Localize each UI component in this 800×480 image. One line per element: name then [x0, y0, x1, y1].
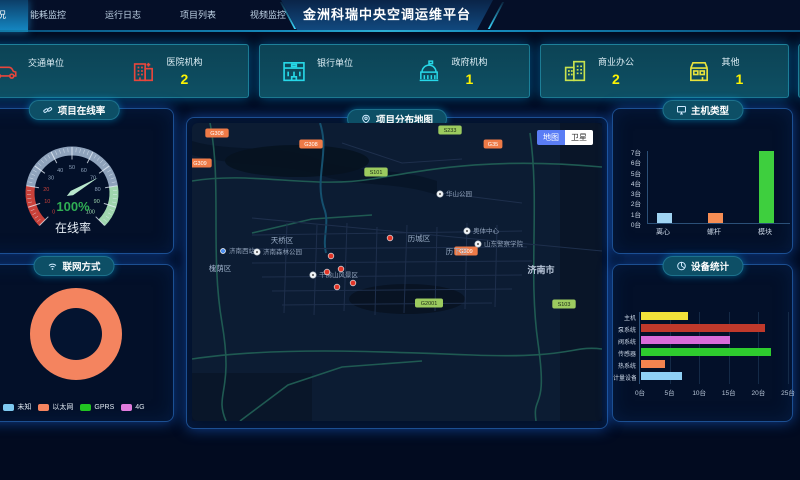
svg-text:奥体中心: 奥体中心: [473, 226, 500, 235]
stat-bank: 银行单位: [260, 56, 395, 86]
header-divider: [0, 30, 800, 32]
svg-text:20: 20: [43, 187, 49, 193]
panel-host-header: 主机类型: [662, 100, 743, 120]
device-stats-chart: 主机泵系统阀系统传感器热系统计量设备 0台5台10台15台20台25台: [613, 312, 792, 412]
stat-label: 医院机构: [167, 55, 203, 68]
dashboard: { "header": { "title": "金洲科瑞中央空调运维平台", "…: [0, 0, 800, 480]
svg-text:G309: G309: [193, 161, 206, 167]
stat-value: [42, 72, 64, 86]
panel-device-stats: 设备统计 主机泵系统阀系统传感器热系统计量设备 0台5台10台15台20台25台: [612, 264, 793, 422]
svg-text:济南市: 济南市: [527, 264, 554, 275]
legend-swatch: [80, 404, 91, 411]
panel-network-type: 联网方式 未知 以太网 GPRS 4G: [0, 264, 174, 422]
stat-value: 1: [736, 71, 744, 87]
panel-title: 项目在线率: [58, 103, 106, 117]
satellite-button[interactable]: 卫星: [565, 130, 593, 145]
stat-label: 政府机构: [452, 55, 488, 68]
monitor-icon: [676, 105, 686, 115]
panel-device-header: 设备统计: [662, 256, 743, 276]
stat-value: 2: [612, 71, 634, 87]
device-plot-area: 0台5台10台15台20台25台: [639, 312, 788, 384]
svg-text:S101: S101: [370, 170, 383, 176]
panel-online-rate: 项目在线率 0102030405060708090100 100% 在线率: [0, 108, 174, 254]
online-rate-gauge: 0102030405060708090100: [0, 117, 171, 235]
stat-label: 商业办公: [598, 55, 634, 68]
signal-icon: [47, 261, 57, 271]
map-type-toggle: 地图 卫星: [537, 130, 593, 145]
host-type-chart: 0台1台2台3台4台5台6台7台 离心螺杆模块: [615, 151, 791, 247]
svg-text:G35: G35: [488, 142, 498, 148]
legend-swatch: [121, 404, 132, 411]
stat-value: 1: [466, 71, 488, 87]
map-button[interactable]: 地图: [537, 130, 565, 145]
stat-label: 其他: [722, 55, 744, 68]
host-y-axis: 0台1台2台3台4台5台6台7台: [615, 151, 643, 223]
panel-host-type: 主机类型 0台1台2台3台4台5台6台7台 离心螺杆模块: [612, 108, 793, 254]
svg-text:40: 40: [57, 168, 63, 174]
stat-office: 商业办公 2: [541, 55, 665, 87]
tab-project-list[interactable]: 项目列表: [172, 0, 224, 30]
panel-network-header: 联网方式: [33, 256, 114, 276]
svg-text:济南森林公园: 济南森林公园: [263, 247, 302, 256]
stat-value: 2: [181, 71, 203, 87]
gauge-label: 在线率: [0, 219, 171, 236]
page-title: 金洲科瑞中央空调运维平台: [281, 0, 493, 30]
stat-hospital: 医院机构 2: [110, 55, 249, 87]
stat-other: 其他 1: [665, 55, 789, 87]
link-icon: [43, 105, 53, 115]
svg-text:80: 80: [95, 187, 101, 193]
panel-title: 主机类型: [691, 103, 729, 117]
bank-icon: [280, 57, 308, 85]
svg-text:S103: S103: [558, 302, 571, 308]
hospital-icon: [130, 57, 158, 85]
legend-swatch: [3, 404, 14, 411]
svg-text:30: 30: [48, 176, 54, 182]
network-legend: 未知 以太网 GPRS 4G: [0, 402, 173, 412]
shop-icon: [685, 57, 713, 85]
office-icon: [561, 57, 589, 85]
panel-title: 联网方式: [62, 259, 100, 273]
gauge-value: 100%: [0, 199, 171, 214]
legend-item[interactable]: 4G: [121, 402, 144, 412]
stat-traffic-unit: 交通单位: [0, 56, 110, 86]
stat-government: 政府机构 1: [395, 55, 530, 87]
legend-item[interactable]: 以太网: [38, 402, 73, 412]
host-plot-area: [647, 151, 790, 224]
svg-text:天桥区: 天桥区: [271, 235, 294, 245]
project-distribution-map[interactable]: G308G308G309S233S101G35G309G2001S103天桥区历…: [192, 123, 602, 421]
network-donut-hole: [50, 308, 102, 360]
panel-title: 设备统计: [691, 259, 729, 273]
svg-text:历下区: 历下区: [446, 247, 469, 256]
car-icon: [0, 57, 19, 85]
svg-text:G308: G308: [304, 142, 317, 148]
svg-text:历城区: 历城区: [408, 234, 431, 243]
device-y-axis: 主机泵系统阀系统传感器热系统计量设备: [613, 312, 637, 384]
tab-run-log[interactable]: 运行日志: [97, 0, 149, 30]
svg-text:S233: S233: [444, 128, 457, 134]
stat-label: 交通单位: [28, 56, 64, 69]
svg-text:G2001: G2001: [421, 301, 438, 307]
stat-card-3: 商业办公 2 其他 1: [540, 44, 789, 98]
svg-text:G308: G308: [210, 131, 223, 137]
stat-value: [331, 72, 353, 86]
legend-swatch: [38, 404, 49, 411]
svg-text:山东警察学院: 山东警察学院: [484, 239, 524, 248]
government-icon: [415, 57, 443, 85]
legend-item[interactable]: 未知: [3, 402, 31, 412]
svg-text:60: 60: [81, 168, 87, 174]
stat-card-2: 银行单位 政府机构 1: [259, 44, 530, 98]
svg-text:50: 50: [69, 165, 75, 171]
stat-label: 银行单位: [317, 56, 353, 69]
svg-text:槐荫区: 槐荫区: [209, 263, 232, 273]
legend-item[interactable]: GPRS: [80, 402, 114, 412]
svg-text:济南西站: 济南西站: [229, 246, 256, 255]
panel-project-map: 项目分布地图 地图 卫星 G308: [186, 117, 608, 429]
svg-text:华山公园: 华山公园: [446, 189, 472, 198]
stat-card-1: 交通单位 医院机构 2: [0, 44, 249, 98]
pie-icon: [676, 261, 686, 271]
tab-energy-monitor[interactable]: 能耗监控: [22, 0, 74, 30]
